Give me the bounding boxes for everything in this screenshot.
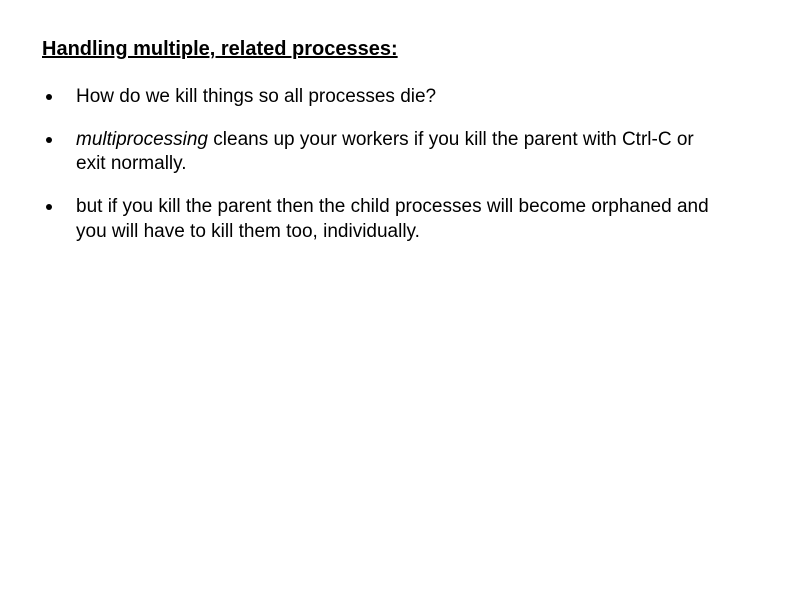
bullet-text: but if you kill the parent then the chil… (76, 195, 716, 244)
list-item: but if you kill the parent then the chil… (42, 195, 752, 244)
bullet-icon (46, 204, 52, 210)
bullet-icon (46, 94, 52, 100)
bullet-list: How do we kill things so all processes d… (42, 85, 752, 244)
bullet-text: multiprocessing cleans up your workers i… (76, 128, 716, 177)
bullet-text: How do we kill things so all processes d… (76, 85, 436, 110)
slide-heading: Handling multiple, related processes: (42, 38, 752, 61)
bullet-content: How do we kill things so all processes d… (76, 86, 436, 107)
list-item: How do we kill things so all processes d… (42, 85, 752, 110)
italic-prefix: multiprocessing (76, 129, 208, 150)
bullet-content: but if you kill the parent then the chil… (76, 196, 709, 242)
bullet-icon (46, 137, 52, 143)
list-item: multiprocessing cleans up your workers i… (42, 128, 752, 177)
